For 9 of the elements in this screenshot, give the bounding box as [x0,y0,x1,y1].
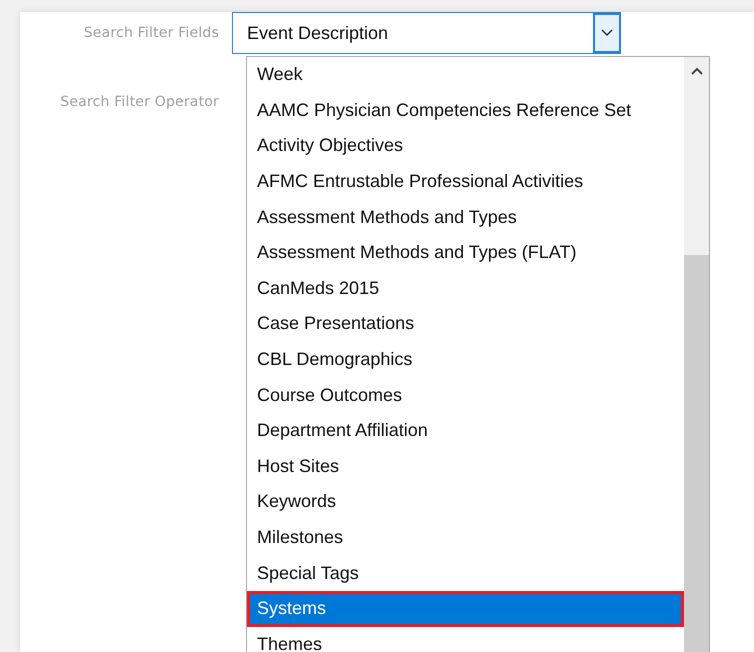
field-label: Search Filter Fields [82,25,220,41]
chevron-down-icon [601,29,613,37]
dropdown-option[interactable]: Themes [247,626,684,652]
scroll-thumb[interactable] [684,255,709,652]
scroll-up-icon[interactable] [690,67,702,75]
filter-field-select[interactable]: Event Description [232,12,621,54]
scrollbar[interactable] [684,57,709,652]
dropdown-option[interactable]: Systems [247,590,684,626]
field-label: Search Filter Operator [59,94,220,110]
